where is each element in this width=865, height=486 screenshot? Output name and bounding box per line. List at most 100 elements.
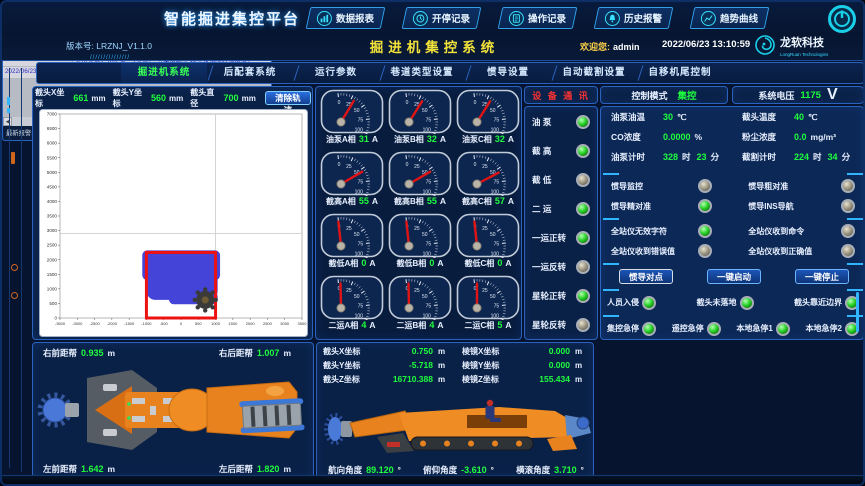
- svg-text:25: 25: [346, 164, 352, 170]
- welcome-label: 欢迎您:admin: [580, 40, 640, 53]
- distance-label: 右后距帮: [219, 347, 253, 359]
- svg-text:4500: 4500: [47, 184, 58, 189]
- comm-row: 二 运: [525, 194, 597, 223]
- gauge-label: 油泵C相: [462, 134, 492, 145]
- stat-label: 截头温度: [742, 111, 794, 123]
- control-panel: 油泵油温30℃CO浓度0.0000%油泵计时328时23分 截头温度40℃粉尘浓…: [600, 106, 864, 340]
- svg-text:-1000: -1000: [141, 321, 152, 326]
- header-top: 智能掘进集控平台 数据报表开停记录操作记录历史报警趋势曲线: [2, 2, 865, 32]
- ins-align-button[interactable]: 惯导对点: [619, 269, 673, 284]
- coord-label: 棱镜Y坐标: [462, 360, 510, 371]
- comm-label: 一运反转: [532, 261, 566, 273]
- svg-text:50: 50: [354, 232, 360, 238]
- gauge-label: 截低B相: [397, 258, 427, 269]
- stat-value: 328: [663, 152, 678, 162]
- coordinate-row: 棱镜Y坐标 0.000 m: [456, 360, 593, 374]
- gauge-unit: A: [508, 134, 514, 144]
- tab-run-params[interactable]: 运行参数: [293, 63, 379, 83]
- nav-button-trend-curve[interactable]: 趋势曲线: [690, 7, 770, 29]
- svg-text:0: 0: [406, 162, 409, 168]
- prism-coordinates: 棱镜X坐标 0.000 m 棱镜Y坐标 0.000 m 棱镜Z坐标 155.43…: [456, 346, 593, 388]
- bar-chart-icon: [317, 11, 332, 26]
- stat-unit: 时: [813, 151, 822, 163]
- nav-button-report[interactable]: 数据报表: [306, 7, 386, 29]
- svg-text:-3500: -3500: [55, 321, 66, 326]
- svg-text:75: 75: [426, 180, 432, 186]
- gauge-dial: 0255075100: [456, 151, 520, 196]
- coordinate-row: 棱镜Z坐标 155.434 m: [456, 374, 593, 388]
- nav-button-history-alarm[interactable]: 历史报警: [594, 7, 674, 29]
- led-cell: 全站仪收到错误值: [601, 241, 722, 261]
- gauge-value: 0: [361, 258, 366, 268]
- tab-roadway-type[interactable]: 巷道类型设置: [379, 63, 465, 83]
- tab-auto-cutting[interactable]: 自动截割设置: [551, 63, 637, 83]
- left-edge-decoration: [11, 264, 18, 271]
- gauge-unit: A: [369, 320, 375, 330]
- gauge-label: 二运B相: [397, 320, 427, 331]
- comm-label: 一运正转: [532, 232, 566, 244]
- welcome-text: 欢迎您:: [580, 42, 610, 52]
- left-edge-decoration: [21, 68, 22, 472]
- led-cell: 全站仪收到命令: [738, 221, 865, 241]
- gauge-label: 油泵B相: [394, 134, 424, 145]
- tab-machine-system[interactable]: 掘进机系统: [121, 63, 207, 83]
- stat-value: 23: [697, 152, 707, 162]
- distance-panel: 右前距帮 0.935 m 右后距帮 1.007 m 左前距帮 1.642 m 左…: [32, 342, 314, 479]
- one-key-start-button[interactable]: 一键启动: [707, 269, 761, 284]
- app-window: 智能掘进集控平台 数据报表开停记录操作记录历史报警趋势曲线 版本号: LRZNJ…: [0, 0, 865, 486]
- gauge-value: 31: [359, 134, 369, 144]
- cutting-head-panel: 截头X坐标 661 mm截头Y坐标 560 mm截头直径 700 mm清除轨迹 …: [32, 86, 313, 340]
- power-button[interactable]: [827, 4, 857, 34]
- svg-text:75: 75: [494, 180, 500, 186]
- coord-value: -5.718: [371, 360, 433, 370]
- nav-button-start-stop-log[interactable]: 开停记录: [402, 7, 482, 29]
- svg-text:100: 100: [491, 128, 500, 134]
- scroll-left-icon[interactable]: ◀: [3, 117, 12, 126]
- header-decoration: ///////////////: [90, 55, 130, 61]
- angle-value: -3.610: [461, 465, 487, 475]
- stat-row: 油泵计时328时23分: [601, 151, 732, 171]
- stat-row: 油泵油温30℃: [601, 111, 732, 131]
- tab-tail-control[interactable]: 自移机尾控制: [637, 63, 723, 83]
- stat-unit: 时: [682, 151, 691, 163]
- gauge-unit: A: [437, 258, 443, 268]
- svg-text:0: 0: [474, 162, 477, 168]
- device-comm-title: 设 备 通 讯: [532, 89, 590, 102]
- svg-text:25: 25: [482, 164, 488, 170]
- svg-text:50: 50: [422, 294, 428, 300]
- field-label: 截头X坐标: [35, 87, 70, 109]
- nav-button-label: 开停记录: [432, 11, 470, 25]
- one-key-stop-button[interactable]: 一键停止: [795, 269, 849, 284]
- gauge-dial: 0255075100: [388, 89, 452, 134]
- gauge-value: 4: [429, 320, 434, 330]
- stat-unit: mg/m³: [811, 132, 837, 142]
- angle-value: 3.710: [554, 465, 577, 475]
- svg-text:100: 100: [355, 252, 364, 258]
- gauge-dial: 0255075100: [388, 151, 452, 196]
- svg-text:-1500: -1500: [124, 321, 135, 326]
- svg-text:100: 100: [355, 314, 364, 320]
- clear-track-button[interactable]: 清除轨迹: [265, 91, 311, 105]
- svg-text:100: 100: [423, 190, 432, 196]
- led-row: 全站仪收到错误值 全站仪收到正确值: [601, 241, 865, 261]
- nav-button-label: 数据报表: [336, 11, 374, 25]
- svg-text:50: 50: [490, 232, 496, 238]
- nav-button-operation-log[interactable]: 操作记录: [498, 7, 578, 29]
- svg-text:3500: 3500: [47, 214, 58, 219]
- led-cell: 本地急停1: [736, 322, 789, 336]
- position-panel: 截头X坐标 0.750 m 截头Y坐标 -5.718 m 截头Z坐标 16710…: [316, 342, 594, 479]
- tab-backup-system[interactable]: 后配套系统: [207, 63, 293, 83]
- coord-unit: m: [575, 375, 587, 384]
- field-value: 700: [224, 93, 239, 103]
- led-cell: 截头靠近边界: [794, 296, 859, 310]
- gauge-label: 截低A相: [329, 258, 359, 269]
- svg-text:5000: 5000: [47, 170, 58, 175]
- tab-ins-settings[interactable]: 惯导设置: [465, 63, 551, 83]
- coord-unit: m: [438, 347, 450, 356]
- stats-left: 油泵油温30℃CO浓度0.0000%油泵计时328时23分: [601, 111, 732, 171]
- gauge-value: 55: [359, 196, 369, 206]
- coord-label: 棱镜X坐标: [462, 346, 510, 357]
- gauge-value: 55: [427, 196, 437, 206]
- distance-front-right: 右前距帮 0.935 m: [43, 347, 115, 359]
- led-row: 全站仪无效字符 全站仪收到命令: [601, 221, 865, 241]
